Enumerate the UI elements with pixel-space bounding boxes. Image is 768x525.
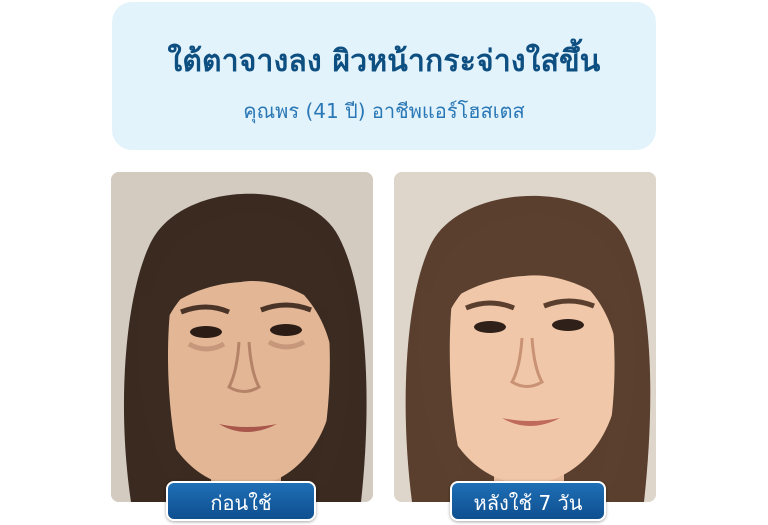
- before-photo: [111, 172, 373, 502]
- before-face-illustration: [111, 172, 373, 502]
- subline: คุณพร (41 ปี) อาชีพแอร์โฮสเตส: [243, 99, 525, 123]
- after-label: หลังใช้ 7 วัน: [450, 481, 606, 521]
- before-label: ก่อนใช้: [166, 481, 316, 521]
- after-photo: [394, 172, 656, 502]
- headline: ใต้ตาจางลง ผิวหน้ากระจ่างใสขึ้น: [167, 44, 601, 79]
- header-card: ใต้ตาจางลง ผิวหน้ากระจ่างใสขึ้น คุณพร (4…: [112, 2, 656, 150]
- after-face-illustration: [394, 172, 656, 502]
